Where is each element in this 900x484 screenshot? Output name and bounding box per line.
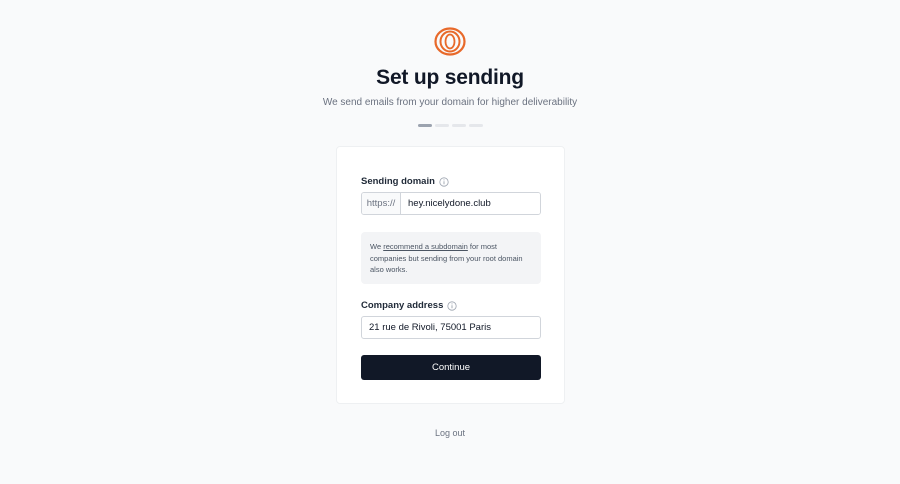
- company-address-label: Company address: [361, 300, 444, 311]
- step-1-active: [418, 124, 432, 127]
- step-indicator: [418, 124, 483, 127]
- logout-link[interactable]: Log out: [435, 428, 465, 438]
- note-text-before: We: [370, 242, 384, 251]
- sending-domain-input[interactable]: [401, 193, 540, 214]
- step-2: [435, 124, 449, 127]
- continue-button[interactable]: Continue: [361, 355, 541, 380]
- company-address-input[interactable]: [361, 316, 541, 339]
- sending-domain-label: Sending domain: [361, 176, 435, 187]
- page-subtitle: We send emails from your domain for high…: [322, 97, 578, 108]
- info-icon[interactable]: [439, 176, 449, 187]
- recommend-subdomain-link[interactable]: recommend a subdomain: [383, 242, 468, 251]
- step-3: [452, 124, 466, 127]
- step-4: [469, 124, 483, 127]
- setup-card: Sending domain https:// We recommend a s…: [336, 146, 565, 404]
- company-address-label-row: Company address: [361, 300, 457, 311]
- logout-row: Log out: [0, 428, 900, 438]
- sending-domain-label-row: Sending domain: [361, 176, 449, 187]
- page-title: Set up sending: [376, 66, 524, 89]
- app-logo-icon: [434, 27, 466, 56]
- subdomain-recommendation-note: We recommend a subdomain for most compan…: [361, 232, 541, 284]
- info-icon[interactable]: [447, 300, 457, 311]
- sending-domain-field: https://: [361, 192, 541, 215]
- domain-prefix: https://: [362, 193, 401, 214]
